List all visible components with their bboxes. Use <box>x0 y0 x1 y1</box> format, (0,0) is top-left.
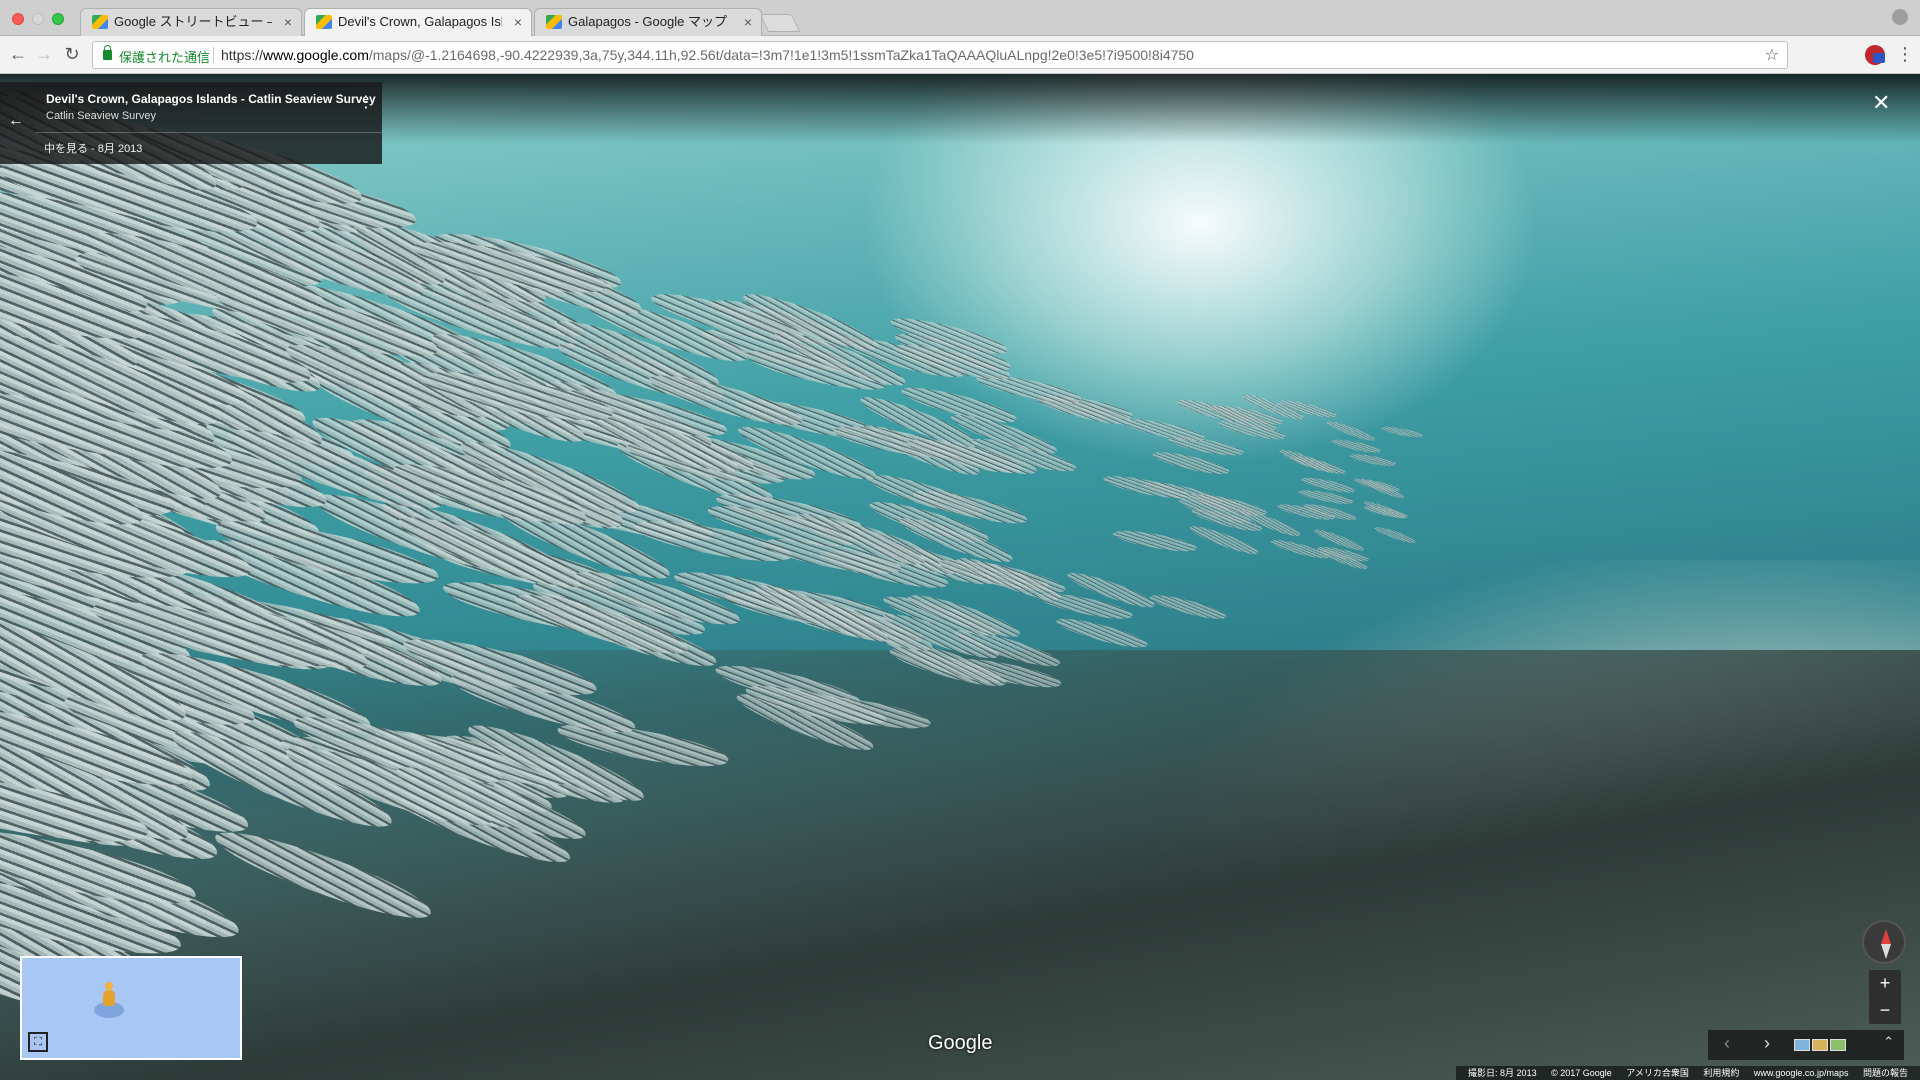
place-info-card: ← Devil's Crown, Galapagos Islands - Cat… <box>0 82 382 164</box>
place-subtitle[interactable]: Catlin Seaview Survey <box>46 110 156 122</box>
fish <box>1148 590 1229 623</box>
copyright: © 2017 Google <box>1551 1068 1612 1078</box>
forward-arrow-icon[interactable]: → <box>32 42 56 66</box>
zoom-control: + − <box>1869 970 1901 1024</box>
tab-galapagos-maps[interactable]: Galapagos - Google マップ × <box>534 8 762 36</box>
photo-thumbnail[interactable] <box>1812 1039 1828 1051</box>
compass-icon[interactable] <box>1862 920 1906 964</box>
address-bar[interactable]: 保護された通信 https://www.google.com/maps/@-1.… <box>92 41 1788 69</box>
maps-favicon-icon <box>316 15 332 29</box>
extension-icon[interactable] <box>1865 45 1885 65</box>
tab-title: Devil's Crown, Galapagos Islan <box>338 14 502 29</box>
profile-icon[interactable] <box>1892 9 1908 25</box>
fish <box>1372 524 1417 546</box>
place-title[interactable]: Devil's Crown, Galapagos Islands - Catli… <box>46 92 376 106</box>
photo-thumbnail[interactable] <box>1830 1039 1846 1051</box>
fish <box>1101 471 1190 502</box>
more-vert-icon[interactable]: ⋮ <box>358 92 374 112</box>
fish <box>209 818 437 932</box>
fish <box>1349 451 1398 469</box>
tab-title: Google ストリートビュー – 絶景で <box>114 14 272 29</box>
chevron-up-icon[interactable]: ⌃ <box>1883 1034 1894 1050</box>
fish <box>1380 424 1424 440</box>
zoom-out-button[interactable]: − <box>1869 997 1901 1024</box>
google-logo: Google <box>928 1032 993 1054</box>
photo-thumbnail[interactable] <box>1794 1039 1810 1051</box>
tab-strip: Google ストリートビュー – 絶景で × Devil's Crown, G… <box>0 0 1920 36</box>
more-vert-icon[interactable]: ⋮ <box>1896 42 1914 66</box>
close-tab-icon[interactable]: × <box>514 8 522 36</box>
pegman-icon[interactable] <box>100 982 118 1008</box>
report-link[interactable]: 問題の報告 <box>1863 1068 1908 1078</box>
fish <box>1277 446 1336 476</box>
capture-date: 撮影日: 8月 2013 <box>1468 1068 1537 1078</box>
security-label: 保護された通信 <box>119 50 211 65</box>
fish <box>1111 526 1198 556</box>
tab-google-streetview[interactable]: Google ストリートビュー – 絶景で × <box>80 8 302 36</box>
fish-school <box>0 74 1600 1037</box>
star-icon[interactable]: ☆ <box>1765 45 1779 65</box>
terms-link[interactable]: 利用規約 <box>1703 1068 1739 1078</box>
footer: 撮影日: 8月 2013 © 2017 Google アメリカ合衆国 利用規約 … <box>0 1066 1920 1080</box>
back-arrow-icon[interactable]: ← <box>8 112 24 130</box>
expand-map-icon[interactable]: ⛶ <box>28 1032 48 1052</box>
back-arrow-icon[interactable]: ← <box>6 42 30 66</box>
tab-title: Galapagos - Google マップ <box>568 14 727 29</box>
reload-icon[interactable]: ↻ <box>60 42 84 66</box>
fish <box>1054 613 1150 653</box>
lock-icon <box>103 45 112 60</box>
close-tab-icon[interactable]: × <box>284 8 292 36</box>
maps-favicon-icon <box>92 15 108 29</box>
tab-devils-crown[interactable]: Devil's Crown, Galapagos Islan × <box>304 8 532 36</box>
fish <box>1122 415 1207 446</box>
url-scheme: https:// <box>221 47 264 63</box>
new-tab-button[interactable] <box>759 14 801 32</box>
url-host: www.google.com <box>263 47 369 63</box>
browser-toolbar: ← → ↻ 保護された通信 https://www.google.com/map… <box>0 36 1920 74</box>
close-tab-icon[interactable]: × <box>744 8 752 36</box>
url-path: /maps/@-1.2164698,-90.4222939,3a,75y,344… <box>368 47 1194 63</box>
chevron-left-icon[interactable]: ‹ <box>1724 1033 1730 1054</box>
zoom-in-button[interactable]: + <box>1869 970 1901 997</box>
close-window-button[interactable] <box>12 13 24 25</box>
region-link[interactable]: アメリカ合衆国 <box>1626 1068 1689 1078</box>
chevron-right-icon[interactable]: › <box>1764 1033 1770 1054</box>
close-icon[interactable]: ✕ <box>1872 90 1890 116</box>
photo-filmstrip: ‹ › ⌃ <box>1708 1030 1904 1060</box>
divider <box>213 47 214 63</box>
maximize-window-button[interactable] <box>52 13 64 25</box>
divider <box>36 132 382 133</box>
url-text[interactable]: https://www.google.com/maps/@-1.2164698,… <box>221 47 1194 63</box>
capture-date-link[interactable]: 中を見る - 8月 2013 <box>44 140 142 156</box>
minimize-window-button[interactable] <box>32 13 44 25</box>
minimap[interactable]: ⛶ <box>20 956 242 1060</box>
site-link[interactable]: www.google.co.jp/maps <box>1754 1068 1849 1078</box>
maps-favicon-icon <box>546 15 562 29</box>
streetview-panorama[interactable]: ← Devil's Crown, Galapagos Islands - Cat… <box>0 74 1920 1080</box>
